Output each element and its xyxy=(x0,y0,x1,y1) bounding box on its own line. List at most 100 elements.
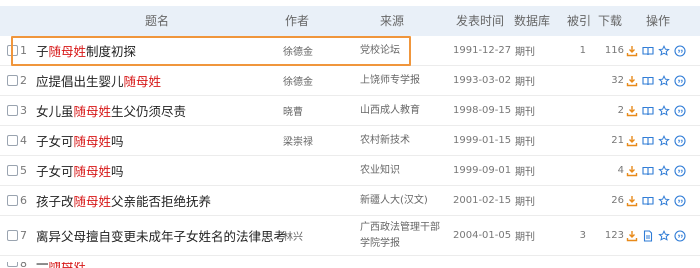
citation-count[interactable]: 1 xyxy=(572,36,586,65)
star-icon[interactable] xyxy=(658,134,670,147)
article-title-link[interactable]: 子随母姓 制度初探 xyxy=(36,36,136,65)
star-icon[interactable] xyxy=(658,229,670,242)
title-text: 吗 xyxy=(111,164,124,179)
row-checkbox[interactable] xyxy=(7,229,18,241)
header-date[interactable]: 发表时间 xyxy=(456,6,504,36)
book-icon[interactable] xyxy=(642,135,654,147)
source-link[interactable]: 广西政法管理干部学院学报 xyxy=(360,216,444,255)
citation-count[interactable] xyxy=(572,66,586,95)
citation-count[interactable] xyxy=(572,262,586,268)
star-icon[interactable] xyxy=(658,74,670,87)
quote-icon[interactable] xyxy=(674,194,686,207)
download-count[interactable]: 26 xyxy=(596,186,624,215)
download-icon[interactable] xyxy=(626,165,638,177)
source-link[interactable]: 农村新技术 xyxy=(360,126,444,155)
article-title-link[interactable]: 子女可 随母姓吗 xyxy=(36,126,124,155)
download-icon[interactable] xyxy=(626,135,638,147)
title-text: 孩子改 xyxy=(36,194,74,209)
article-title-link[interactable]: 离异父母擅自变更未成年子女姓名的法律思考 xyxy=(36,216,286,255)
download-count[interactable]: 21 xyxy=(596,126,624,155)
star-icon[interactable] xyxy=(658,104,670,117)
download-count[interactable] xyxy=(596,262,624,268)
publish-date: 1998-09-15 xyxy=(453,105,512,116)
download-count[interactable]: 123 xyxy=(596,216,624,255)
download-icon[interactable] xyxy=(626,45,638,57)
book-icon[interactable] xyxy=(642,105,654,117)
download-count[interactable]: 32 xyxy=(596,66,624,95)
header-download[interactable]: 下载 xyxy=(598,6,622,36)
author-link[interactable]: 徐德金 xyxy=(283,36,313,65)
star-icon[interactable] xyxy=(658,44,670,57)
citation-count[interactable] xyxy=(572,96,586,125)
citation-count[interactable] xyxy=(572,186,586,215)
article-title-link[interactable]: 一随母姓 xyxy=(36,262,86,268)
author-link[interactable]: 梁崇禄 xyxy=(283,126,313,155)
quote-icon[interactable] xyxy=(674,134,686,147)
publish-date: 1999-09-01 xyxy=(453,165,512,176)
title-text: 制度初探 xyxy=(86,44,137,59)
book-icon[interactable] xyxy=(642,45,654,57)
row-checkbox[interactable] xyxy=(7,74,18,86)
article-title-link[interactable]: 孩子改 随母姓 父亲能否拒绝抚养 xyxy=(36,186,211,215)
header-db[interactable]: 数据库 xyxy=(514,6,550,36)
book-icon[interactable] xyxy=(642,195,654,207)
source-link[interactable]: 上饶师专学报 xyxy=(360,66,444,95)
table-row: 2 应提倡出生婴儿 随母姓 徐德金 上饶师专学报 1993-03-02 期刊 32 xyxy=(0,66,700,96)
star-icon[interactable] xyxy=(658,194,670,207)
book-icon[interactable] xyxy=(642,75,654,87)
download-icon[interactable] xyxy=(626,105,638,117)
header-author[interactable]: 作者 xyxy=(285,6,309,36)
download-count[interactable]: 116 xyxy=(596,36,624,65)
header-source[interactable]: 来源 xyxy=(380,6,404,36)
row-checkbox[interactable] xyxy=(7,134,18,146)
author-link[interactable]: 林兴 xyxy=(283,216,303,255)
author-link[interactable]: 徐德金 xyxy=(283,66,313,95)
citation-count[interactable]: 3 xyxy=(572,216,586,255)
book-icon[interactable] xyxy=(642,165,654,177)
star-icon[interactable] xyxy=(658,164,670,177)
table-row: 1 子随母姓 制度初探 徐德金 党校论坛 1991-12-27 期刊 1 116 xyxy=(0,36,700,66)
doc-icon[interactable] xyxy=(642,229,654,242)
database-type: 期刊 xyxy=(515,77,535,88)
download-icon[interactable] xyxy=(626,230,638,242)
download-count[interactable]: 4 xyxy=(596,156,624,185)
row-number: 3 xyxy=(20,104,27,117)
title-keyword-highlight: 随母姓 xyxy=(73,164,112,179)
citation-count[interactable] xyxy=(572,156,586,185)
row-checkbox[interactable] xyxy=(7,262,18,267)
row-number: 1 xyxy=(20,44,27,57)
publish-date: 1991-12-27 xyxy=(453,45,512,56)
header-cite[interactable]: 被引 xyxy=(567,6,591,36)
title-text: 一 xyxy=(36,262,49,268)
source-link[interactable] xyxy=(360,262,444,268)
row-checkbox[interactable] xyxy=(7,164,18,176)
source-link[interactable]: 党校论坛 xyxy=(360,36,444,65)
author-link[interactable]: 晓曹 xyxy=(283,96,303,125)
quote-icon[interactable] xyxy=(674,104,686,117)
row-checkbox[interactable] xyxy=(7,194,18,206)
table-row: 8 一随母姓 xyxy=(0,262,700,268)
row-operations xyxy=(626,36,686,65)
article-title-link[interactable]: 女儿虽 随母姓 生父仍须尽责 xyxy=(36,96,186,125)
source-link[interactable]: 新疆人大(汉文) xyxy=(360,186,444,215)
quote-icon[interactable] xyxy=(674,44,686,57)
table-header: 题名 作者 来源 发表时间 数据库 被引 下载 操作 xyxy=(0,6,700,36)
table-row: 6 孩子改 随母姓 父亲能否拒绝抚养 新疆人大(汉文) 2001-02-15 期刊 26 xyxy=(0,186,700,216)
quote-icon[interactable] xyxy=(674,164,686,177)
row-operations xyxy=(626,156,686,185)
title-text: 子女可 xyxy=(36,134,74,149)
download-icon[interactable] xyxy=(626,75,638,87)
source-link[interactable]: 山西成人教育 xyxy=(360,96,444,125)
article-title-link[interactable]: 应提倡出生婴儿 随母姓 xyxy=(36,66,161,95)
citation-count[interactable] xyxy=(572,126,586,155)
download-count[interactable]: 2 xyxy=(596,96,624,125)
article-title-link[interactable]: 子女可 随母姓吗 xyxy=(36,156,124,185)
title-keyword-highlight: 随母姓 xyxy=(73,104,112,119)
quote-icon[interactable] xyxy=(674,229,686,242)
download-icon[interactable] xyxy=(626,195,638,207)
row-checkbox[interactable] xyxy=(7,104,18,116)
source-link[interactable]: 农业知识 xyxy=(360,156,444,185)
header-title[interactable]: 题名 xyxy=(145,6,169,36)
row-checkbox[interactable] xyxy=(7,44,18,56)
quote-icon[interactable] xyxy=(674,74,686,87)
